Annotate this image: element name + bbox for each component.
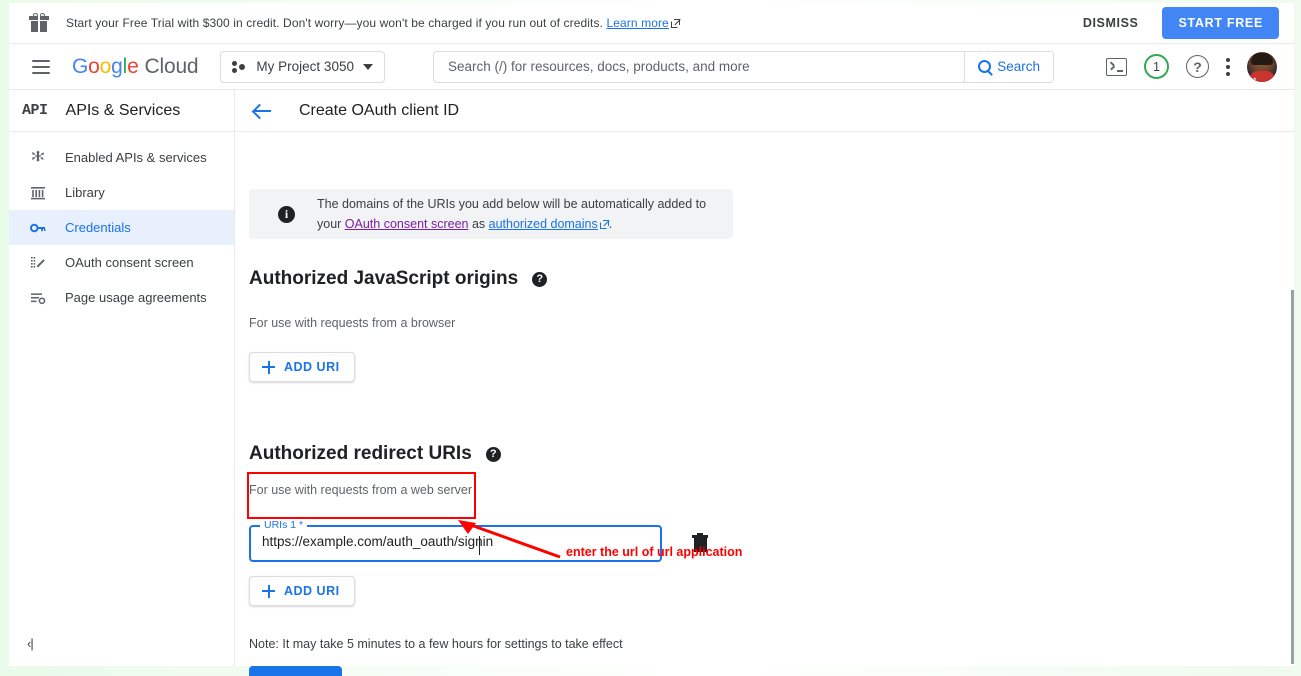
sidebar-item-oauth-consent-screen[interactable]: OAuth consent screen	[9, 245, 234, 280]
js-origins-title: Authorized JavaScript origins	[249, 268, 518, 290]
redirect-uris-subtitle: For use with requests from a web server	[249, 483, 472, 497]
authorized-domains-link[interactable]: authorized domains	[489, 217, 598, 231]
hamburger-menu-icon[interactable]	[32, 60, 50, 74]
key-icon	[27, 220, 49, 236]
info-banner: i The domains of the URIs you add below …	[249, 189, 733, 239]
form-actions: CREATE CANCEL	[249, 666, 434, 676]
app-window: Start your Free Trial with $300 in credi…	[0, 0, 1301, 676]
chevron-down-icon	[363, 64, 373, 70]
agreements-icon	[27, 290, 49, 306]
info-line-1: The domains of the URIs you add below wi…	[317, 197, 706, 211]
page-header: Create OAuth client ID	[235, 90, 1294, 132]
redirect-uris-title: Authorized redirect URIs	[249, 443, 472, 465]
banner-actions: DISMISS START FREE	[1075, 7, 1279, 39]
sidebar-item-label: Library	[65, 185, 105, 200]
sidebar-item-list: Enabled APIs & services Library Credenti…	[9, 132, 234, 315]
create-button[interactable]: CREATE	[249, 666, 342, 676]
more-vert-icon[interactable]	[1226, 58, 1230, 76]
learn-more-link[interactable]: Learn more	[606, 16, 668, 30]
search-button-label: Search	[997, 59, 1040, 74]
main-content: Create OAuth client ID i The domains of …	[235, 90, 1294, 666]
help-icon[interactable]: ?	[486, 447, 501, 462]
google-cloud-logo[interactable]: GoogleCloud	[72, 55, 198, 79]
project-dots-icon	[232, 61, 247, 73]
annotation-text: enter the url of url application	[566, 545, 742, 559]
help-icon[interactable]: ?	[1186, 55, 1209, 78]
free-trial-text: Start your Free Trial with $300 in credi…	[66, 16, 680, 30]
redirect-uris-title-row: Authorized redirect URIs ?	[249, 443, 501, 465]
sidebar-item-label: Credentials	[65, 220, 131, 235]
logo-o2: o	[100, 55, 111, 78]
info-line-2-prefix: your	[317, 217, 345, 231]
logo-g1: G	[72, 55, 88, 78]
start-free-button[interactable]: START FREE	[1162, 7, 1279, 39]
logo-cloud-word: Cloud	[145, 55, 199, 78]
cloud-shell-icon[interactable]	[1106, 58, 1127, 76]
project-name: My Project 3050	[256, 59, 354, 74]
add-uri-label: ADD URI	[284, 584, 340, 598]
collapse-sidebar-button[interactable]: ‹|	[27, 636, 33, 651]
info-icon: i	[278, 206, 295, 223]
library-icon	[27, 185, 49, 201]
help-icon[interactable]: ?	[532, 272, 547, 287]
logo-g2: g	[111, 55, 122, 78]
sidebar-item-label: Enabled APIs & services	[65, 150, 207, 165]
page-title: Create OAuth client ID	[299, 102, 459, 120]
uri-field-label: URIs 1 *	[260, 519, 307, 531]
free-trial-banner: Start your Free Trial with $300 in credi…	[9, 3, 1294, 44]
api-icon: API	[22, 102, 48, 119]
free-trial-message: Start your Free Trial with $300 in credi…	[66, 16, 606, 30]
project-selector[interactable]: My Project 3050	[220, 51, 385, 83]
top-navigation-bar: GoogleCloud My Project 3050 Search 1 ? ★	[9, 44, 1294, 90]
sidebar-product-title: APIs & Services	[66, 102, 181, 120]
learn-more-label: Learn more	[606, 16, 668, 30]
oauth-consent-screen-link[interactable]: OAuth consent screen	[345, 217, 469, 231]
add-uri-button-js-origins[interactable]: ADD URI	[249, 352, 355, 382]
sidebar-item-credentials[interactable]: Credentials	[9, 210, 234, 245]
gift-icon	[29, 13, 49, 33]
add-uri-button-redirect-uris[interactable]: ADD URI	[249, 576, 355, 606]
search-bar: Search	[433, 51, 1054, 83]
external-link-icon	[600, 220, 609, 229]
external-link-icon	[671, 19, 680, 28]
plus-icon	[262, 361, 275, 374]
add-uri-label: ADD URI	[284, 360, 340, 374]
logo-e: e	[127, 55, 138, 78]
sidebar-item-library[interactable]: Library	[9, 175, 234, 210]
info-line-2-suffix: .	[609, 217, 612, 231]
avatar[interactable]: ★	[1247, 52, 1277, 82]
nav-right-icons: 1 ? ★	[1106, 52, 1277, 82]
vertical-scrollbar[interactable]	[1291, 290, 1294, 664]
cancel-button[interactable]: CANCEL	[354, 666, 434, 676]
search-input[interactable]	[434, 52, 964, 82]
js-origins-subtitle: For use with requests from a browser	[249, 316, 455, 330]
search-button[interactable]: Search	[964, 52, 1053, 82]
js-origins-title-row: Authorized JavaScript origins ?	[249, 268, 547, 290]
sidebar-item-enabled-apis[interactable]: Enabled APIs & services	[9, 140, 234, 175]
back-arrow-icon[interactable]	[253, 101, 273, 121]
sidebar-item-page-usage-agreements[interactable]: Page usage agreements	[9, 280, 234, 315]
settings-note: Note: It may take 5 minutes to a few hou…	[249, 637, 623, 651]
dashboard-icon	[27, 150, 49, 166]
search-icon	[978, 60, 991, 73]
text-cursor	[479, 536, 480, 555]
info-banner-text: The domains of the URIs you add below wi…	[317, 194, 706, 235]
sidebar-header: API APIs & Services	[9, 90, 234, 132]
dismiss-button[interactable]: DISMISS	[1075, 10, 1147, 36]
sidebar: API APIs & Services Enabled APIs & servi…	[9, 90, 235, 666]
plus-icon	[262, 585, 275, 598]
logo-o1: o	[88, 55, 99, 78]
notifications-badge[interactable]: 1	[1144, 54, 1169, 79]
consent-icon	[27, 255, 49, 271]
sidebar-item-label: OAuth consent screen	[65, 255, 194, 270]
info-line-2-mid: as	[468, 217, 488, 231]
sidebar-item-label: Page usage agreements	[65, 290, 207, 305]
